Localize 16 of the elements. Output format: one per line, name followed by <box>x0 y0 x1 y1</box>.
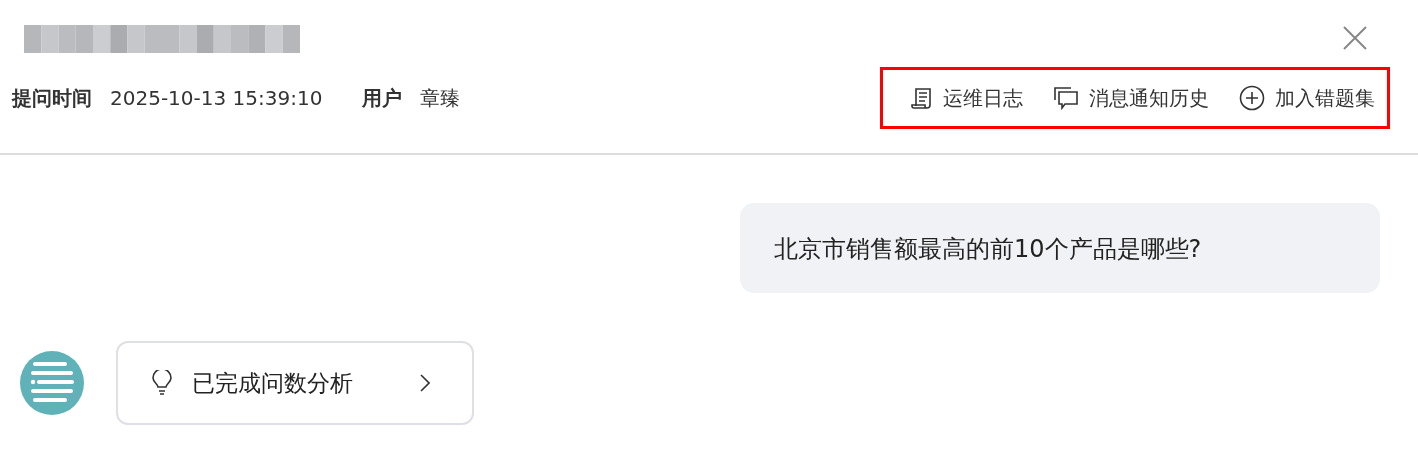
close-icon[interactable] <box>1342 25 1368 51</box>
add-circle-icon <box>1239 85 1265 111</box>
chat-bubbles-icon <box>1053 86 1079 110</box>
lightbulb-icon <box>152 370 172 396</box>
question-bubble: 北京市销售额最高的前10个产品是哪些? <box>740 203 1380 293</box>
question-time-label: 提问时间 <box>12 84 92 112</box>
user-name: 章臻 <box>420 84 461 112</box>
assistant-avatar-icon <box>20 351 84 415</box>
scroll-icon <box>911 86 933 110</box>
user-label: 用户 <box>362 84 403 112</box>
question-time: 2025-10-13 15:39:10 <box>110 86 323 110</box>
analysis-step-button[interactable]: 已完成问数分析 <box>116 341 474 425</box>
add-to-mistakes-button[interactable]: 加入错题集 <box>1239 84 1375 112</box>
message-history-button[interactable]: 消息通知历史 <box>1053 84 1209 112</box>
ops-log-button[interactable]: 运维日志 <box>911 84 1023 112</box>
chevron-right-icon <box>420 374 430 392</box>
